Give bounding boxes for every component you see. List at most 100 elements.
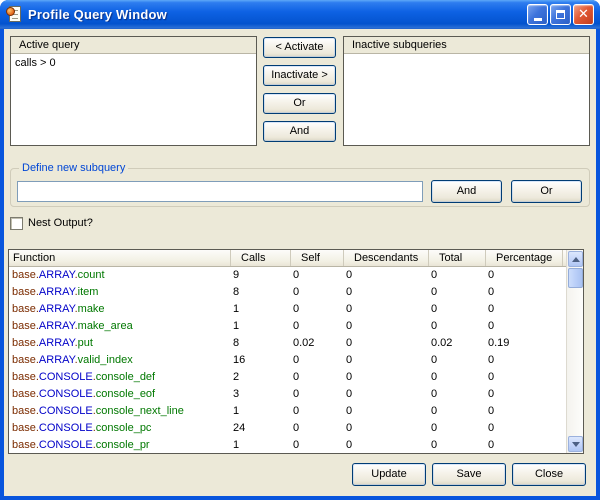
save-button[interactable]: Save	[432, 463, 506, 486]
active-query-list[interactable]: calls > 0	[11, 54, 256, 70]
value-cell: 24	[230, 420, 290, 437]
close-icon: ✕	[578, 8, 589, 21]
column-header-function[interactable]: Function	[9, 250, 230, 266]
orange-orb-icon	[6, 7, 15, 16]
value-cell: 0	[485, 420, 562, 437]
value-cell: 0	[290, 437, 343, 453]
value-cell: 1	[230, 403, 290, 420]
table-row[interactable]: base.ARRAY.put80.0200.020.19	[9, 335, 566, 352]
inactivate-button[interactable]: Inactivate >	[263, 65, 336, 86]
subquery-or-button[interactable]: Or	[511, 180, 582, 203]
value-cell: 3	[230, 386, 290, 403]
value-cell: 0	[485, 437, 562, 453]
value-cell: 1	[230, 301, 290, 318]
function-cell: base.CONSOLE.console_pc	[9, 420, 230, 437]
value-cell: 0	[343, 420, 428, 437]
close-button[interactable]: ✕	[573, 4, 594, 25]
column-header-total[interactable]: Total	[428, 250, 485, 266]
table-row[interactable]: base.CONSOLE.console_pr10000	[9, 437, 566, 453]
value-cell: 0	[290, 420, 343, 437]
subquery-input[interactable]	[17, 181, 423, 202]
value-cell: 8	[230, 335, 290, 352]
table-row[interactable]: base.CONSOLE.console_def20000	[9, 369, 566, 386]
table-header[interactable]: Function Calls Self Descendants Total Pe…	[9, 250, 583, 267]
value-cell: 0	[428, 301, 485, 318]
or-button[interactable]: Or	[263, 93, 336, 114]
table-row[interactable]: base.CONSOLE.console_next_line10000	[9, 403, 566, 420]
value-cell: 0.02	[428, 335, 485, 352]
value-cell: 0	[428, 267, 485, 284]
column-header-percentage[interactable]: Percentage	[485, 250, 562, 266]
value-cell: 0	[343, 352, 428, 369]
value-cell: 0.02	[290, 335, 343, 352]
value-cell: 0	[343, 301, 428, 318]
scrollbar-thumb[interactable]	[568, 268, 583, 288]
active-query-header: Active query	[11, 37, 256, 54]
active-query-panel: Active query calls > 0	[10, 36, 257, 146]
value-cell: 0	[485, 369, 562, 386]
column-header-self[interactable]: Self	[290, 250, 343, 266]
subquery-and-button[interactable]: And	[431, 180, 502, 203]
title-bar[interactable]: Profile Query Window ✕	[0, 0, 600, 29]
arrow-down-icon	[572, 442, 580, 447]
nest-output-label: Nest Output?	[28, 217, 93, 229]
define-subquery-label: Define new subquery	[19, 162, 128, 174]
maximize-button[interactable]	[550, 4, 571, 25]
table-row[interactable]: base.ARRAY.make10000	[9, 301, 566, 318]
value-cell: 1	[230, 318, 290, 335]
value-cell: 0.19	[485, 335, 562, 352]
function-cell: base.ARRAY.make_area	[9, 318, 230, 335]
value-cell: 0	[485, 267, 562, 284]
vertical-scrollbar[interactable]	[566, 250, 583, 453]
table-row[interactable]: base.ARRAY.count90000	[9, 267, 566, 284]
arrow-up-icon	[572, 257, 580, 262]
function-cell: base.CONSOLE.console_pr	[9, 437, 230, 453]
function-cell: base.CONSOLE.console_next_line	[9, 403, 230, 420]
dialog-body: Active query calls > 0 < Activate Inacti…	[4, 29, 596, 496]
value-cell: 16	[230, 352, 290, 369]
value-cell: 0	[485, 318, 562, 335]
value-cell: 0	[343, 369, 428, 386]
value-cell: 0	[290, 369, 343, 386]
value-cell: 0	[290, 403, 343, 420]
scroll-down-button[interactable]	[568, 436, 583, 452]
nest-output-checkbox[interactable]	[10, 217, 23, 230]
value-cell: 0	[428, 318, 485, 335]
table-row[interactable]: base.ARRAY.item80000	[9, 284, 566, 301]
list-item[interactable]: calls > 0	[11, 54, 256, 70]
function-cell: base.ARRAY.put	[9, 335, 230, 352]
table-row[interactable]: base.ARRAY.make_area10000	[9, 318, 566, 335]
value-cell: 0	[485, 352, 562, 369]
value-cell: 0	[343, 318, 428, 335]
function-cell: base.CONSOLE.console_def	[9, 369, 230, 386]
minimize-button[interactable]	[527, 4, 548, 25]
table-row[interactable]: base.CONSOLE.console_eof30000	[9, 386, 566, 403]
column-header-descendants[interactable]: Descendants	[343, 250, 428, 266]
value-cell: 0	[343, 437, 428, 453]
close-dialog-button[interactable]: Close	[512, 463, 586, 486]
inactive-subqueries-panel: Inactive subqueries	[343, 36, 590, 146]
value-cell: 0	[428, 403, 485, 420]
function-cell: base.ARRAY.valid_index	[9, 352, 230, 369]
value-cell: 0	[290, 386, 343, 403]
app-icon	[6, 6, 23, 23]
value-cell: 0	[428, 352, 485, 369]
function-cell: base.ARRAY.make	[9, 301, 230, 318]
column-header-calls[interactable]: Calls	[230, 250, 290, 266]
value-cell: 0	[343, 386, 428, 403]
window-title: Profile Query Window	[28, 7, 527, 22]
table-row[interactable]: base.CONSOLE.console_pc240000	[9, 420, 566, 437]
activate-button[interactable]: < Activate	[263, 37, 336, 58]
value-cell: 0	[428, 369, 485, 386]
update-button[interactable]: Update	[352, 463, 426, 486]
value-cell: 0	[485, 284, 562, 301]
value-cell: 0	[428, 437, 485, 453]
table-row[interactable]: base.ARRAY.valid_index160000	[9, 352, 566, 369]
value-cell: 8	[230, 284, 290, 301]
value-cell: 0	[428, 284, 485, 301]
and-button[interactable]: And	[263, 121, 336, 142]
profile-results-table: Function Calls Self Descendants Total Pe…	[8, 249, 584, 454]
scroll-up-button[interactable]	[568, 251, 583, 267]
define-subquery-groupbox: Define new subquery And Or	[10, 162, 590, 207]
value-cell: 9	[230, 267, 290, 284]
